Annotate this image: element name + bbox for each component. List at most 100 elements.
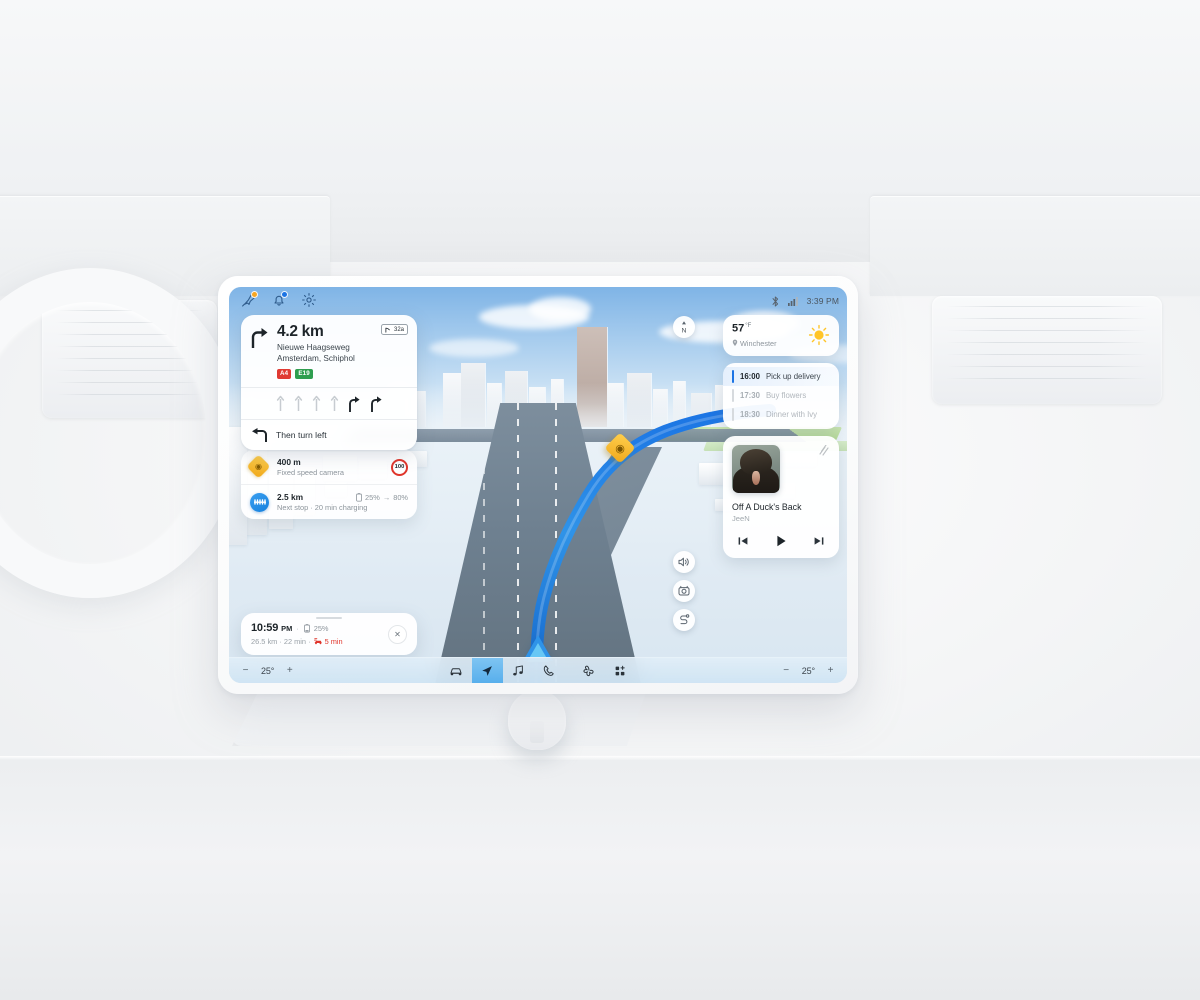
calendar-event-time-3: 18:30 — [740, 409, 760, 419]
lane-right-2 — [370, 396, 382, 412]
eta-arrival-ampm: PM — [281, 623, 293, 633]
weather-location-group: Winchester — [732, 339, 777, 348]
eta-secondary-line: 26.5 km · 22 min · 5 min — [251, 637, 388, 646]
climate-left-decrease[interactable]: − — [241, 665, 250, 676]
calendar-event-accent-2 — [732, 388, 734, 402]
battery-icon — [356, 492, 362, 502]
compass-north-icon[interactable]: N — [673, 316, 695, 338]
calendar-event-accent-3 — [732, 407, 734, 421]
windshield-right-panel — [870, 196, 1200, 296]
taskbar-item-navigation[interactable] — [471, 657, 503, 683]
media-top-row — [732, 444, 830, 493]
climate-left-increase[interactable]: + — [285, 665, 294, 676]
taskbar-item-music[interactable] — [503, 658, 534, 684]
volume-icon[interactable] — [673, 551, 695, 573]
taskbar-item-car[interactable] — [441, 658, 472, 684]
calendar-event-time-1: 16:00 — [740, 371, 760, 381]
route-overview-icon[interactable] — [673, 609, 695, 631]
climate-right-increase[interactable]: + — [826, 665, 835, 676]
map-control-stack — [673, 551, 695, 631]
taskbar-item-phone[interactable] — [534, 658, 565, 684]
eta-summary: 26.5 km · 22 min · — [251, 637, 311, 646]
quick-actions-bar — [241, 291, 317, 308]
media-artist: JeeN — [732, 514, 750, 524]
status-clock: 3:39 PM — [806, 296, 839, 306]
eta-delay-value: 5 min — [324, 637, 343, 646]
air-vent-right — [932, 296, 1162, 404]
climate-right-decrease[interactable]: − — [782, 665, 791, 676]
calendar-event-1[interactable]: 16:00 Pick up delivery — [723, 366, 839, 386]
camera-view-icon[interactable] — [673, 580, 695, 602]
next-track-icon[interactable] — [813, 535, 825, 547]
eta-battery-level: 25% — [313, 623, 329, 633]
sunny-icon — [808, 324, 830, 346]
pin-favorites-icon[interactable] — [241, 291, 258, 308]
eta-arrival-time: 10:59 — [251, 622, 279, 634]
album-art — [732, 444, 780, 493]
lane-right-1 — [348, 396, 360, 412]
cellular-signal-icon — [787, 296, 798, 306]
previous-track-icon[interactable] — [737, 535, 749, 547]
navigation-destination: Amsterdam, Schiphol — [277, 354, 355, 364]
traffic-delay-icon — [313, 638, 322, 645]
navigation-primary-maneuver: 4.2 km Nieuwe Haagseweg Amsterdam, Schip… — [241, 315, 417, 387]
speed-camera-icon: ◉ — [246, 453, 271, 479]
calendar-event-2[interactable]: 17:30 Buy flowers — [723, 386, 839, 405]
route-alerts-list: ◉ 400 m Fixed speed camera 100 2.5 km 25… — [241, 450, 417, 519]
battery-current: 25% — [365, 492, 380, 502]
widget-column: 57°F Winchester 16:00 Pick up delivery 1… — [723, 315, 839, 559]
turn-right-icon — [250, 324, 270, 379]
calendar-event-accent-1 — [732, 369, 735, 383]
battery-arrow: → — [382, 492, 391, 502]
speed-camera-map-marker[interactable]: ◉ — [604, 432, 636, 464]
exit-number-badge: 32a — [380, 324, 408, 335]
taskbar-item-climate[interactable] — [574, 658, 605, 684]
weather-widget[interactable]: 57°F Winchester — [723, 315, 839, 356]
media-transport-controls — [732, 534, 830, 548]
play-icon[interactable] — [774, 534, 788, 548]
weather-unit: °F — [745, 323, 752, 329]
climate-right-value: 25° — [801, 665, 815, 676]
dashboard-lower — [0, 760, 1200, 1000]
calendar-event-title-3: Dinner with Ivy — [765, 409, 818, 419]
lane-straight-2 — [294, 395, 302, 411]
lane-guidance — [241, 386, 417, 420]
bluetooth-icon — [772, 296, 779, 307]
alert-body-1: 400 m Fixed speed camera — [277, 457, 383, 477]
rotary-control-knob[interactable] — [508, 690, 566, 750]
notifications-bell-icon[interactable] — [271, 291, 288, 308]
bottom-taskbar: − 25° + − 25° + — [229, 657, 847, 683]
taskbar-item-all-apps[interactable] — [605, 658, 636, 684]
alert-body-2: 2.5 km 25% → 80% Next stop · 20 min char… — [277, 492, 408, 512]
calendar-widget[interactable]: 16:00 Pick up delivery 17:30 Buy flowers… — [723, 362, 839, 429]
notification-badge — [281, 291, 288, 298]
road-shield-e19: E19 — [295, 368, 313, 379]
vent-slats-right — [946, 306, 1148, 394]
equalizer-icon[interactable] — [818, 444, 830, 457]
infotainment-screen: ◉ 3:39 PM 4.2 km Nieuwe Haagseweg Amster… — [229, 287, 847, 683]
battery-target: 80% — [393, 492, 408, 502]
alert-distance-2: 2.5 km — [277, 492, 304, 502]
navigation-guidance-card[interactable]: 4.2 km Nieuwe Haagseweg Amsterdam, Schip… — [241, 315, 417, 450]
alert-subtitle-1: Fixed speed camera — [277, 468, 344, 477]
climate-left-value: 25° — [261, 665, 275, 676]
calendar-event-title-1: Pick up delivery — [765, 371, 821, 381]
settings-gear-icon[interactable] — [301, 292, 317, 308]
road-shields: A4 E19 — [277, 368, 407, 379]
lane-straight-3 — [312, 395, 320, 411]
eta-summary-card[interactable]: 10:59 PM · 25% 26.5 km · 22 min · 5 min … — [241, 613, 417, 655]
navigation-street: Nieuwe Haagseweg — [277, 343, 350, 353]
alert-distance-1: 400 m — [277, 457, 301, 467]
battery-icon — [303, 623, 310, 633]
close-icon[interactable]: ✕ — [388, 624, 407, 644]
media-player-widget[interactable]: Off A Duck's Back JeeN — [723, 435, 839, 559]
calendar-event-3[interactable]: 18:30 Dinner with Ivy — [723, 405, 839, 424]
svg-text:N: N — [682, 327, 687, 334]
display-housing: ◉ 3:39 PM 4.2 km Nieuwe Haagseweg Amster… — [218, 276, 858, 694]
pin-badge — [251, 291, 258, 298]
alert-row-speed-camera[interactable]: ◉ 400 m Fixed speed camera 100 — [241, 450, 417, 484]
status-bar: 3:39 PM — [772, 292, 839, 310]
alert-row-charging[interactable]: 2.5 km 25% → 80% Next stop · 20 min char… — [241, 484, 417, 519]
calendar-event-time-2: 17:30 — [740, 390, 760, 400]
eta-delay-group: 5 min — [313, 637, 343, 646]
